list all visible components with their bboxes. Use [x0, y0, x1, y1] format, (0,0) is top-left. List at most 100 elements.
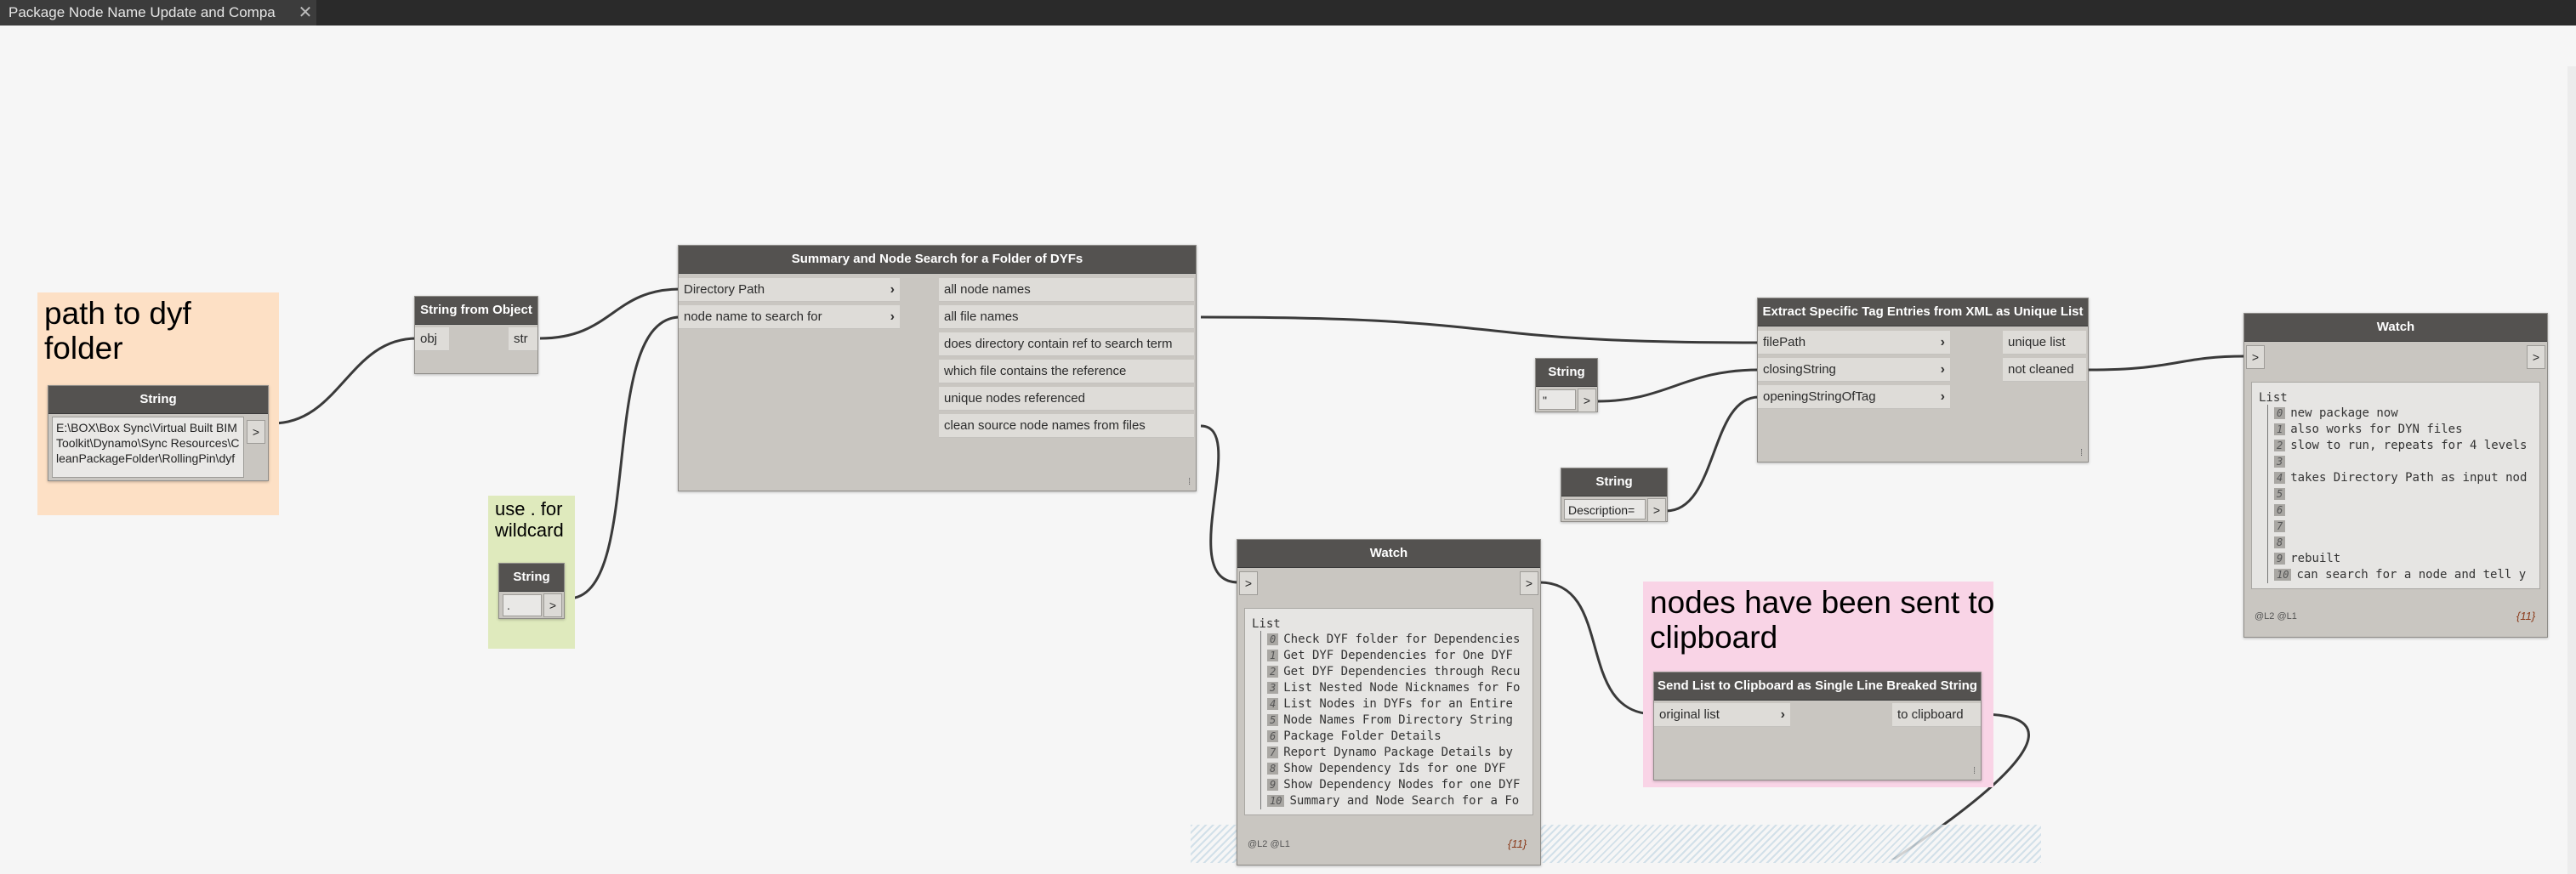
input-port-node-name[interactable]: node name to search for › [679, 305, 900, 329]
output-port[interactable]: > [1647, 498, 1666, 522]
string-value-field[interactable]: E:\BOX\Box Sync\Virtual Built BIM Toolki… [52, 417, 244, 478]
group-title: nodes have been sent to clipboard [1650, 585, 1995, 656]
vertical-scrollbar[interactable] [2567, 66, 2576, 874]
close-tab-icon[interactable]: ✕ [296, 0, 315, 26]
chevron-right-icon: › [1940, 362, 1945, 377]
chevron-right-icon: › [1780, 707, 1785, 722]
list-item[interactable]: 6 Package Folder Details [1267, 729, 1442, 743]
input-port[interactable]: > [2246, 345, 2265, 369]
input-port-original-list[interactable]: original list › [1654, 703, 1790, 727]
list-item[interactable]: 1 Get DYF Dependencies for One DYF [1267, 649, 1513, 662]
input-port[interactable]: > [1239, 571, 1258, 595]
input-port-filepath[interactable]: filePath › [1758, 331, 1950, 355]
wire-watch-to-clipboard [1538, 581, 1656, 716]
port-label: filePath [1763, 335, 1806, 349]
workspace-tab[interactable]: Package Node Name Update and Compa [0, 0, 316, 26]
output-port[interactable]: > [247, 420, 265, 444]
wire-allfilenames-to-filepath [1200, 315, 1760, 344]
list-item[interactable]: 4 takes Directory Path as input nod [2274, 471, 2527, 485]
graph-canvas[interactable]: path to dyf folder String E:\BOX\Box Syn… [0, 26, 2576, 874]
list-level-footer: @L2 @L1 [2255, 611, 2297, 621]
input-port-openingstring[interactable]: openingStringOfTag › [1758, 385, 1950, 409]
list-item[interactable]: 9 rebuilt [2274, 552, 2340, 565]
chevron-right-icon: › [890, 309, 895, 324]
extract-xml-node[interactable]: Extract Specific Tag Entries from XML as… [1757, 298, 2089, 463]
string-from-object-node[interactable]: String from Object obj str [414, 296, 538, 374]
tab-bar: Package Node Name Update and Compa ✕ [0, 0, 2576, 26]
string-node-dot[interactable]: String . > [498, 563, 565, 619]
port-label: openingStringOfTag [1763, 389, 1876, 404]
list-item[interactable]: 4 List Nodes in DYFs for an Entire [1267, 697, 1513, 711]
list-count: {11} [1508, 837, 1527, 850]
input-port-closingstring[interactable]: closingString › [1758, 358, 1950, 382]
resize-handle[interactable]: ⁞ [1188, 477, 1191, 487]
list-item[interactable]: 8 Show Dependency Ids for one DYF [1267, 762, 1506, 775]
wire-notcleaned-to-watch [2088, 355, 2246, 372]
watch-node-middle[interactable]: Watch > > List 0 Check DYF folder for Dep… [1237, 539, 1541, 865]
input-port-obj[interactable]: obj [415, 327, 449, 351]
output-port-clean-names[interactable]: clean source node names from files [939, 414, 1194, 438]
string-node-description[interactable]: String Description= > [1561, 468, 1668, 522]
list-item[interactable]: 10 Summary and Node Search for a Fo [1267, 794, 1519, 808]
watch-node-right[interactable]: Watch > > List 0 new package now 1 also wo… [2243, 313, 2548, 638]
list-item[interactable]: 1 also works for DYN files [2274, 423, 2463, 436]
send-clipboard-node[interactable]: Send List to Clipboard as Single Line Br… [1653, 672, 1982, 780]
group-title: path to dyf folder [44, 296, 191, 366]
port-label: closingString [1763, 362, 1836, 377]
node-title: String [1561, 468, 1667, 497]
wire-desc-to-openingstring [1665, 395, 1760, 513]
output-port-all-node-names[interactable]: all node names [939, 278, 1194, 302]
node-title: Summary and Node Search for a Folder of … [679, 246, 1196, 274]
output-port[interactable]: > [1520, 571, 1538, 595]
list-item[interactable]: 7 Report Dynamo Package Details by [1267, 746, 1513, 759]
output-port-not-cleaned[interactable]: not cleaned [2003, 358, 2086, 382]
list-item[interactable]: 2 Get DYF Dependencies through Recu [1267, 665, 1520, 678]
output-port-unique-list[interactable]: unique list [2003, 331, 2086, 355]
output-port-which-file[interactable]: which file contains the reference [939, 360, 1194, 383]
node-title: Watch [1237, 540, 1540, 568]
list-label: List [2259, 391, 2288, 405]
watch-output-panel[interactable]: List 0 new package now 1 also works for DY… [2251, 382, 2540, 589]
string-node-path[interactable]: String E:\BOX\Box Sync\Virtual Built BIM… [48, 385, 269, 481]
node-title: Send List to Clipboard as Single Line Br… [1654, 673, 1981, 701]
port-label: original list [1659, 707, 1720, 722]
resize-handle[interactable]: ⁞ [2080, 448, 2083, 458]
node-title: Watch [2244, 314, 2547, 342]
list-item[interactable]: 0 Check DYF folder for Dependencies [1267, 633, 1520, 646]
wire-clean-to-watch [1200, 424, 1239, 584]
output-port[interactable]: > [1578, 389, 1596, 412]
watch-output-panel[interactable]: List 0 Check DYF folder for Dependencies … [1244, 608, 1533, 815]
list-item[interactable]: 9 Show Dependency Nodes for one DYF [1267, 778, 1520, 792]
wire-str-to-directorypath [539, 287, 681, 340]
list-item[interactable]: 10 can search for a node and tell y [2274, 568, 2526, 582]
output-port[interactable]: > [2527, 345, 2545, 369]
list-item[interactable]: 3 List Nested Node Nicknames for Fo [1267, 681, 1520, 695]
input-port-directory-path[interactable]: Directory Path › [679, 278, 900, 302]
list-item[interactable]: 2 slow to run, repeats for 4 levels [2274, 439, 2527, 452]
string-node-quote[interactable]: String " > [1535, 358, 1598, 412]
output-port-to-clipboard[interactable]: to clipboard [1892, 703, 1981, 727]
node-title: String [1536, 359, 1597, 387]
list-item[interactable]: 3 [2274, 455, 2290, 468]
resize-handle[interactable]: ⁞ [1973, 766, 1976, 776]
list-item[interactable]: 5 [2274, 487, 2290, 501]
output-port-unique-nodes[interactable]: unique nodes referenced [939, 387, 1194, 411]
string-value-field[interactable]: Description= [1564, 499, 1646, 519]
node-title: String [499, 564, 564, 592]
string-value-field[interactable]: " [1538, 389, 1576, 410]
wire-dot-to-search [567, 315, 681, 600]
summary-node[interactable]: Summary and Node Search for a Folder of … [678, 245, 1197, 491]
list-item[interactable]: 0 new package now [2274, 406, 2398, 420]
list-item[interactable]: 8 [2274, 536, 2290, 549]
list-item[interactable]: 7 [2274, 519, 2290, 533]
list-item[interactable]: 5 Node Names From Directory String [1267, 713, 1513, 727]
list-count: {11} [2516, 610, 2536, 622]
tree-line [1260, 631, 1261, 809]
group-title: use . for wildcard [495, 498, 564, 541]
output-port-all-file-names[interactable]: all file names [939, 305, 1194, 329]
output-port-contains-ref[interactable]: does directory contain ref to search ter… [939, 332, 1194, 356]
output-port-str[interactable]: str [509, 327, 537, 351]
output-port[interactable]: > [543, 593, 562, 617]
string-value-field[interactable]: . [503, 594, 542, 616]
list-item[interactable]: 6 [2274, 503, 2290, 517]
